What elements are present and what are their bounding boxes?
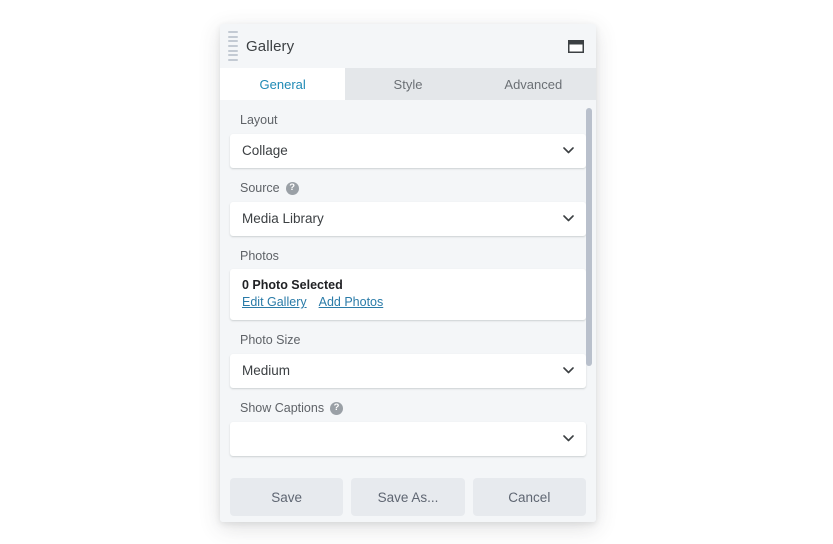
- photos-label-row: Photos: [240, 248, 586, 263]
- field-show-captions: Show Captions ?: [230, 400, 586, 456]
- tab-advanced-label: Advanced: [504, 76, 563, 92]
- gallery-settings-dialog: Gallery General Style Advanced Layout Co…: [220, 24, 596, 522]
- field-source: Source ? Media Library: [230, 180, 586, 236]
- tab-style[interactable]: Style: [345, 68, 471, 100]
- source-label: Source: [240, 180, 280, 195]
- layout-label: Layout: [240, 113, 278, 127]
- chevron-down-icon: [563, 215, 574, 222]
- layout-select-value: Collage: [242, 143, 288, 158]
- show-captions-label-row: Show Captions ?: [240, 400, 586, 415]
- photo-size-label-row: Photo Size: [240, 334, 586, 347]
- dialog-footer: Save Save As... Cancel: [220, 472, 596, 522]
- settings-scrollbar-track[interactable]: [584, 100, 594, 472]
- photos-card: 0 Photo Selected Edit Gallery Add Photos: [230, 269, 586, 320]
- chevron-down-icon: [563, 147, 574, 154]
- show-captions-select[interactable]: [230, 421, 586, 456]
- cancel-button[interactable]: Cancel: [472, 478, 586, 516]
- tab-style-label: Style: [393, 76, 423, 92]
- help-circle-icon[interactable]: ?: [330, 401, 344, 415]
- chevron-down-icon: [563, 435, 574, 442]
- tab-bar: General Style Advanced: [220, 68, 596, 100]
- photo-size-select[interactable]: Medium: [230, 353, 586, 388]
- settings-scrollbar-thumb[interactable]: [586, 108, 592, 366]
- field-photo-size: Photo Size Medium: [230, 334, 586, 388]
- field-layout: Layout Collage: [230, 114, 586, 168]
- photos-count-text: 0 Photo Selected: [242, 278, 343, 292]
- source-select[interactable]: Media Library: [230, 201, 586, 236]
- drag-handle-icon[interactable]: [228, 31, 238, 61]
- photo-size-label: Photo Size: [240, 333, 301, 347]
- source-select-value: Media Library: [242, 211, 324, 226]
- dialog-title: Gallery: [246, 37, 295, 55]
- edit-gallery-link[interactable]: Edit Gallery: [242, 295, 307, 309]
- dialog-titlebar[interactable]: Gallery: [220, 24, 596, 68]
- settings-scroll-area: Layout Collage Source ? Media Library Ph…: [220, 100, 596, 472]
- tab-advanced[interactable]: Advanced: [470, 68, 596, 100]
- save-as-button[interactable]: Save As...: [351, 478, 465, 516]
- help-circle-icon[interactable]: ?: [285, 181, 299, 195]
- layout-label-row: Layout: [240, 114, 586, 127]
- add-photos-link[interactable]: Add Photos: [319, 295, 384, 309]
- settings-panel: Layout Collage Source ? Media Library Ph…: [220, 100, 596, 472]
- save-button[interactable]: Save: [230, 478, 344, 516]
- photo-size-select-value: Medium: [242, 363, 291, 378]
- layout-select[interactable]: Collage: [230, 133, 586, 168]
- tab-general[interactable]: General: [220, 68, 346, 100]
- photos-links: Edit Gallery Add Photos: [242, 295, 574, 309]
- photos-label: Photos: [240, 248, 279, 263]
- window-restore-icon[interactable]: [568, 39, 584, 53]
- field-photos: Photos 0 Photo Selected Edit Gallery Add…: [230, 248, 586, 320]
- chevron-down-icon: [563, 367, 574, 374]
- show-captions-label: Show Captions: [240, 400, 325, 415]
- source-label-row: Source ?: [240, 180, 586, 195]
- tab-general-label: General: [259, 76, 306, 92]
